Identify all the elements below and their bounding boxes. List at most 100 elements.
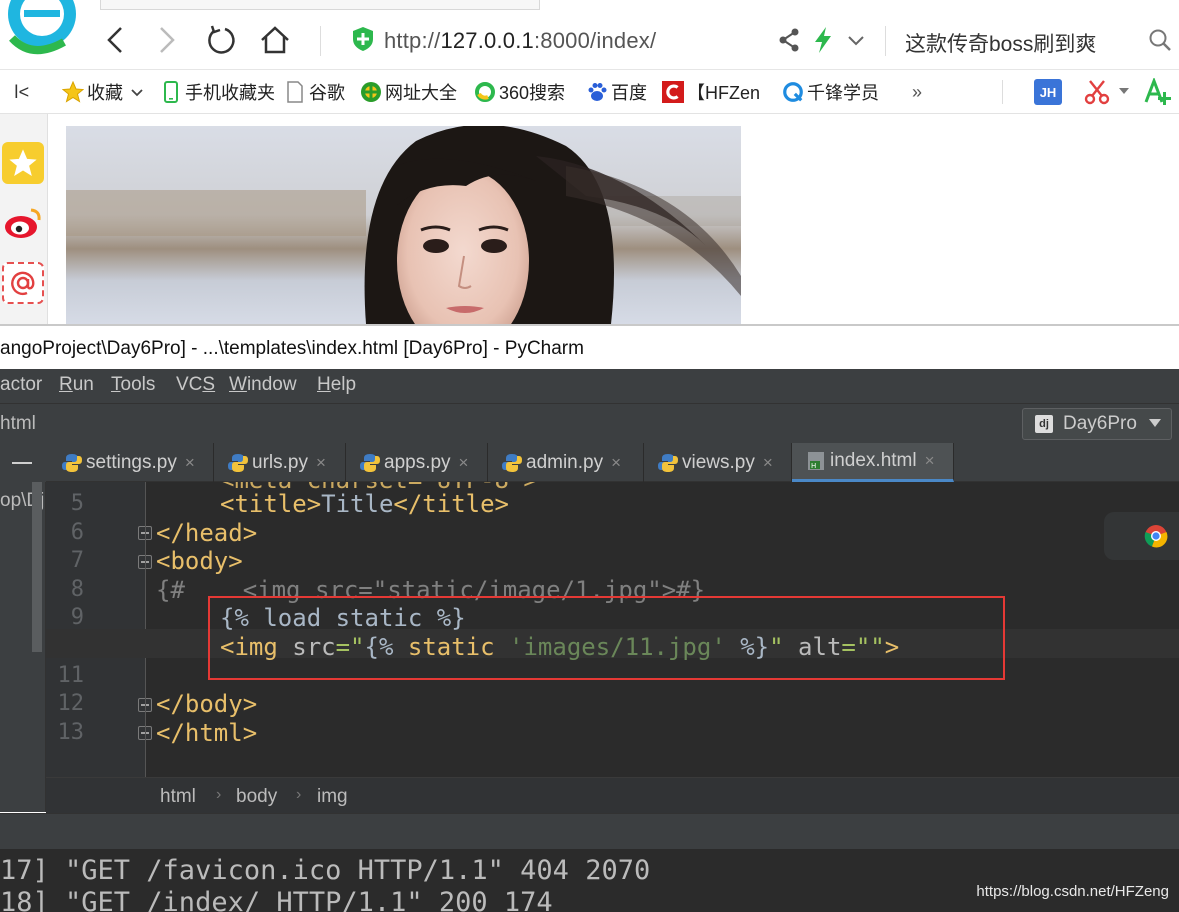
menu-run[interactable]: Run	[59, 374, 94, 396]
chevron-down-icon[interactable]	[129, 84, 145, 100]
close-icon[interactable]: ×	[763, 453, 773, 473]
bookmarks-bar: ǀ< 收藏 手机收藏夹 谷歌 网址大全 360搜索 百度 【HFZen 千锋学员…	[0, 70, 1179, 114]
page-icon	[284, 81, 306, 103]
menu-mnemonic: S	[202, 374, 216, 395]
share-icon[interactable]	[778, 28, 800, 52]
tab-index-html[interactable]: H index.html ×	[792, 443, 954, 482]
breadcrumb-img[interactable]: img	[317, 786, 348, 808]
editor-breadcrumbs: html › body › img	[46, 777, 1179, 813]
menu-mnemonic: R	[59, 374, 73, 395]
ide-navigation-bar: html dj Day6Pro	[0, 403, 1179, 443]
code-line-5: <title>Title</title>	[220, 490, 509, 519]
browser-tab[interactable]	[100, 0, 540, 10]
forward-button[interactable]	[150, 22, 184, 58]
caret-down-icon[interactable]	[1118, 86, 1130, 96]
tab-apps-py[interactable]: apps.py ×	[346, 443, 488, 482]
line-number: 5	[70, 491, 84, 516]
ide-menubar: actor Run Tools VCS Window Help	[0, 369, 1179, 403]
back-button[interactable]	[98, 22, 132, 58]
bookmark-label: 收藏	[87, 83, 123, 103]
html-file-icon: H	[808, 452, 824, 470]
breadcrumb-html[interactable]: html	[160, 786, 196, 808]
menu-tools[interactable]: Tools	[111, 374, 155, 396]
annotation-highlight-box	[208, 596, 1005, 680]
svg-text:H: H	[811, 462, 816, 470]
bookmark-directory[interactable]: 网址大全	[360, 80, 457, 104]
search-suggestion[interactable]: 这款传奇boss刷到爽	[905, 28, 1096, 58]
home-button[interactable]	[258, 22, 292, 58]
window-title: angoProject\Day6Pro] - ...\templates\ind…	[0, 338, 584, 359]
bookmarks-overflow-button[interactable]: »	[912, 80, 922, 104]
menu-label: VC	[176, 374, 203, 395]
address-bar[interactable]: http://127.0.0.1:8000/index/	[384, 28, 656, 54]
search-ring-icon	[474, 81, 496, 103]
run-configuration-selector[interactable]: dj Day6Pro	[1022, 408, 1172, 440]
scrollbar[interactable]	[32, 482, 42, 652]
bookmark-label: 手机收藏夹	[185, 83, 275, 103]
bookmark-label: 千锋学员	[807, 83, 879, 103]
menu-label: indow	[246, 374, 297, 395]
favorites-sidebar-button[interactable]	[2, 142, 44, 184]
close-icon[interactable]: ×	[459, 453, 469, 473]
menu-label: un	[72, 374, 94, 395]
bookmark-favorites[interactable]: 收藏	[62, 80, 145, 104]
close-icon[interactable]: ×	[316, 453, 326, 473]
search-icon[interactable]	[1148, 28, 1172, 52]
tab-views-py[interactable]: views.py ×	[644, 443, 792, 482]
weibo-sidebar-button[interactable]	[2, 202, 44, 244]
close-icon[interactable]: ×	[611, 453, 621, 473]
breadcrumb-separator: ›	[296, 786, 302, 803]
breadcrumb-body[interactable]: body	[236, 786, 277, 808]
bookmarks-collapse-button[interactable]: ǀ<	[14, 82, 29, 103]
bookmark-label: 网址大全	[385, 83, 457, 103]
jh-extension-button[interactable]: JH	[1034, 79, 1062, 105]
editor-tabs: settings.py × urls.py × apps.py × admin.…	[0, 443, 1179, 482]
close-icon[interactable]: ×	[925, 451, 935, 471]
mail-sidebar-button[interactable]	[2, 262, 44, 304]
tab-urls-py[interactable]: urls.py ×	[214, 443, 346, 482]
code-line-7: <body>	[156, 547, 243, 576]
run-console: 17] "GET /favicon.ico HTTP/1.1" 404 2070…	[0, 849, 1179, 912]
chrome-icon[interactable]	[1144, 524, 1168, 548]
bookmark-baidu[interactable]: 百度	[586, 80, 647, 104]
translate-plus-icon[interactable]	[1144, 78, 1174, 106]
bookmark-google[interactable]: 谷歌	[284, 80, 345, 104]
home-icon	[261, 26, 289, 54]
code-editor[interactable]: 5 6 7 8 9 10 11 12 13 <meta charset="UTF…	[46, 482, 1179, 777]
tool-window-header	[0, 443, 46, 482]
close-icon[interactable]: ×	[185, 453, 195, 473]
divider	[320, 26, 321, 56]
tab-label: admin.py	[526, 451, 604, 473]
bookmark-mobile[interactable]: 手机收藏夹	[160, 80, 275, 104]
console-line: 17] "GET /favicon.ico HTTP/1.1" 404 2070	[0, 855, 651, 886]
tab-settings-py[interactable]: settings.py ×	[48, 443, 214, 482]
python-file-icon	[360, 453, 380, 472]
watermark: https://blog.csdn.net/HFZeng	[976, 883, 1169, 900]
star-icon	[62, 81, 84, 103]
python-file-icon	[62, 453, 82, 472]
bookmark-label: 百度	[611, 83, 647, 103]
scissors-icon[interactable]	[1084, 79, 1110, 105]
nav-crumb-file[interactable]: html	[0, 413, 36, 435]
browser-preview-popup[interactable]	[1104, 512, 1179, 560]
c-logo-icon	[662, 81, 684, 103]
bookmark-qianfeng[interactable]: 千锋学员	[782, 80, 879, 104]
minimize-icon[interactable]	[12, 462, 32, 464]
tab-admin-py[interactable]: admin.py ×	[488, 443, 644, 482]
line-number: 13	[57, 719, 85, 745]
phone-icon	[160, 81, 182, 103]
menu-label: elp	[330, 374, 357, 395]
menu-window[interactable]: Window	[229, 374, 297, 396]
code-line-13: </html>	[156, 718, 258, 747]
divider	[1002, 80, 1003, 104]
lightning-icon[interactable]	[812, 26, 834, 54]
reload-button[interactable]	[204, 22, 238, 58]
python-file-icon	[228, 453, 248, 472]
menu-refactor[interactable]: actor	[0, 374, 42, 396]
menu-help[interactable]: Help	[317, 374, 356, 396]
chevron-down-icon[interactable]	[846, 30, 866, 50]
bookmark-360search[interactable]: 360搜索	[474, 80, 565, 104]
line-number: 6	[70, 519, 84, 545]
menu-vcs[interactable]: VCS	[176, 374, 215, 396]
bookmark-hfzen[interactable]: 【HFZen	[662, 80, 760, 104]
